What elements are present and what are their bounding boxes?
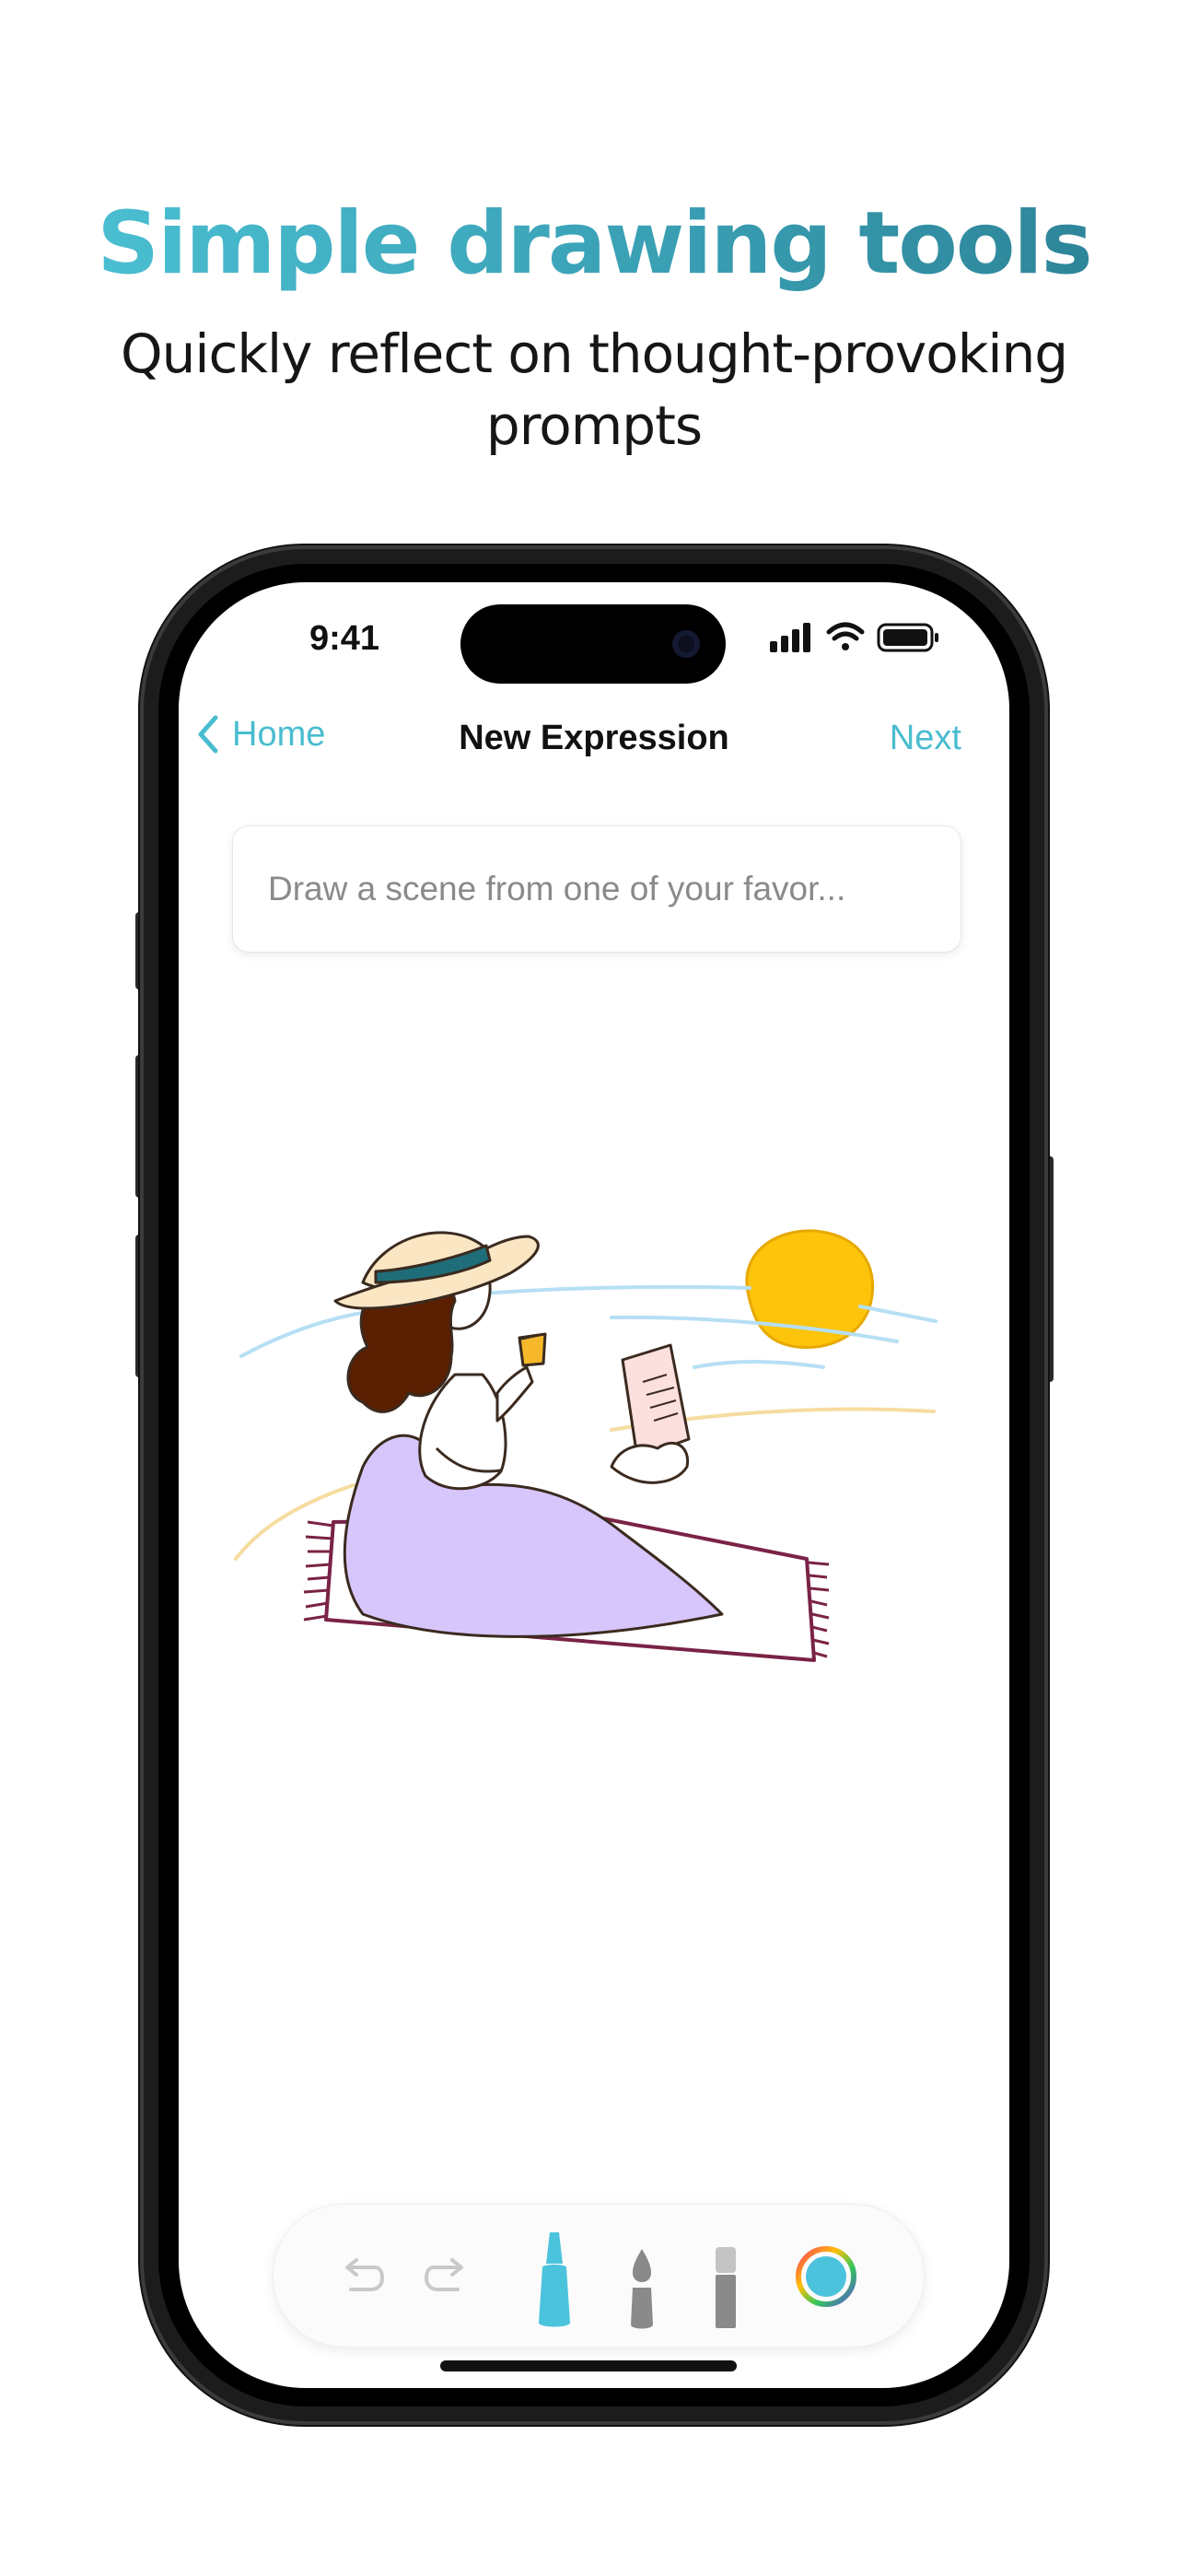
phone-screen: 9:41 Home New Expression Next Draw a sce… [179, 582, 1009, 2388]
battery-icon [877, 623, 938, 652]
dynamic-island [460, 604, 726, 684]
next-button[interactable]: Next [890, 719, 961, 758]
wifi-icon [826, 622, 865, 650]
eraser-icon[interactable] [712, 2243, 740, 2332]
prompt-text: Draw a scene from one of your favor... [268, 870, 846, 907]
home-indicator [440, 2360, 737, 2371]
drawing-toolbar [273, 2204, 925, 2348]
phone-frame: 9:41 Home New Expression Next Draw a sce… [140, 545, 1048, 2425]
signal-icon [770, 623, 810, 652]
brush-icon[interactable] [623, 2245, 660, 2332]
marketing-headline: Simple drawing tools [0, 189, 1188, 299]
page-title: New Expression [459, 719, 729, 757]
marker-icon[interactable] [531, 2227, 577, 2330]
drawing-canvas[interactable] [179, 969, 1009, 2287]
camera-icon [672, 630, 700, 658]
woman-figure [333, 1231, 724, 1638]
status-time: 9:41 [309, 619, 380, 658]
undo-icon[interactable] [338, 2254, 384, 2297]
color-picker-icon[interactable] [795, 2245, 857, 2308]
marketing-subheadline: Quickly reflect on thought-provoking pro… [120, 322, 1068, 457]
status-icons [770, 622, 938, 652]
prompt-field[interactable]: Draw a scene from one of your favor... [232, 825, 961, 953]
redo-icon[interactable] [425, 2254, 471, 2297]
